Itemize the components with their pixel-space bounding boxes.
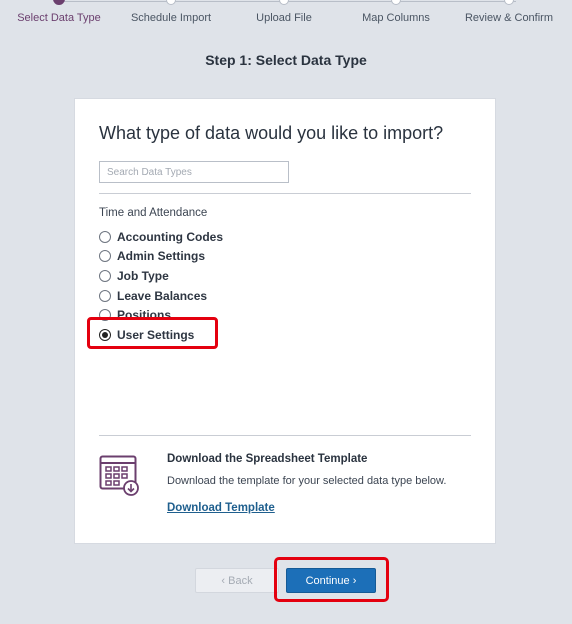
step-label: Map Columns (362, 12, 430, 24)
step-map-columns: Map Columns (341, 0, 451, 24)
option-admin-settings[interactable]: Admin Settings (99, 247, 223, 267)
step-marker-icon (279, 0, 289, 5)
option-label[interactable]: Leave Balances (117, 289, 207, 303)
search-input[interactable] (99, 161, 289, 183)
template-description: Download the template for your selected … (167, 475, 447, 487)
group-label: Time and Attendance (99, 207, 208, 219)
radio-button[interactable] (99, 269, 111, 282)
step-label: Review & Confirm (464, 12, 554, 24)
selection-highlight-box (87, 317, 218, 349)
option-accounting-codes[interactable]: Accounting Codes (99, 227, 223, 247)
step-select-data-type: Select Data Type (4, 0, 114, 24)
option-label[interactable]: Accounting Codes (117, 230, 223, 244)
radio-button[interactable] (99, 250, 111, 263)
step-marker-icon (504, 0, 514, 5)
step-marker-icon (166, 0, 176, 5)
step-review-confirm: Review & Confirm (454, 0, 564, 24)
download-template-link[interactable]: Download Template (167, 502, 275, 514)
progress-stepper: Select Data Type Schedule Import Upload … (0, 0, 572, 36)
option-label[interactable]: Admin Settings (117, 249, 205, 263)
step-marker-icon (391, 0, 401, 5)
divider (99, 435, 471, 436)
option-label[interactable]: Job Type (117, 269, 169, 283)
back-button[interactable]: ‹ Back (195, 568, 279, 593)
spreadsheet-template-icon (99, 455, 139, 496)
option-job-type[interactable]: Job Type (99, 266, 223, 286)
continue-highlight-box (274, 557, 389, 602)
radio-button[interactable] (99, 289, 111, 302)
option-leave-balances[interactable]: Leave Balances (99, 286, 223, 306)
radio-button[interactable] (99, 230, 111, 243)
step-label: Upload File (256, 12, 312, 24)
step-label: Select Data Type (17, 12, 101, 24)
card-title: What type of data would you like to impo… (99, 123, 444, 143)
step-label: Schedule Import (130, 12, 212, 24)
page-title: Step 1: Select Data Type (205, 52, 367, 68)
step-schedule-import: Schedule Import (116, 0, 226, 24)
step-marker-icon (53, 0, 65, 5)
step-upload-file: Upload File (229, 0, 339, 24)
template-title: Download the Spreadsheet Template (167, 453, 368, 465)
divider (99, 193, 471, 194)
